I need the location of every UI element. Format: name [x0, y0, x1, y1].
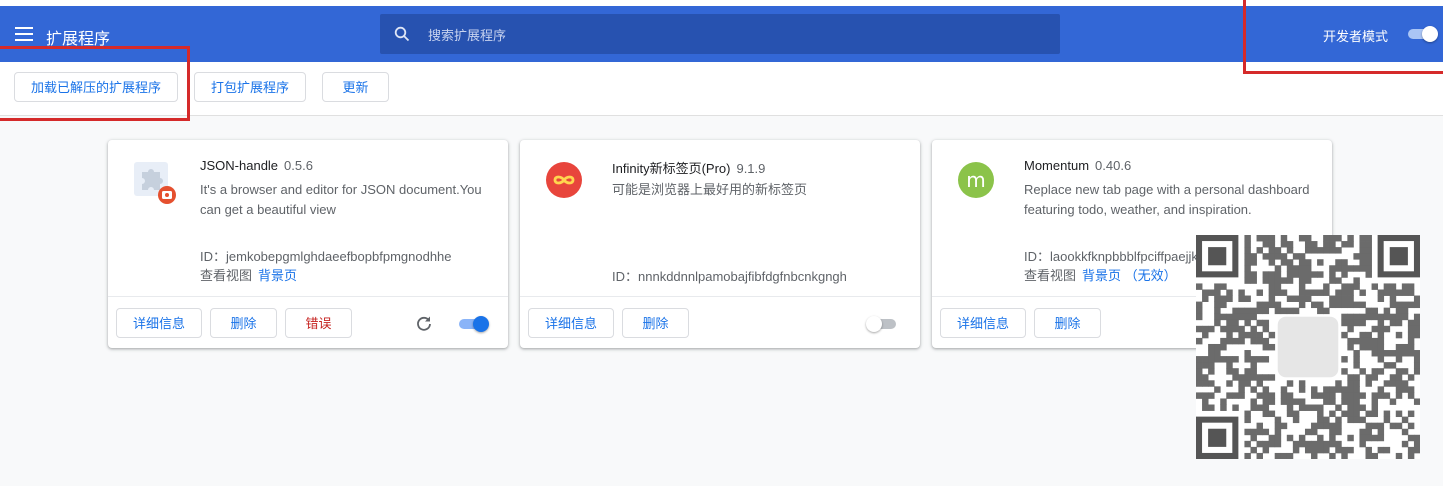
- details-button[interactable]: 详细信息: [116, 308, 202, 338]
- remove-button[interactable]: 删除: [622, 308, 689, 338]
- card-divider: [108, 296, 508, 297]
- search-icon: [394, 26, 410, 42]
- extension-card-infinity: Infinity新标签页(Pro) 9.1.9 可能是浏览器上最好用的新标签页 I…: [520, 140, 920, 348]
- search-input[interactable]: [426, 14, 1030, 56]
- errors-button[interactable]: 错误: [285, 308, 352, 338]
- annotation-box-devmode: [1243, 0, 1443, 74]
- extension-version: 0.40.6: [1095, 158, 1132, 173]
- puzzle-icon: [134, 162, 176, 204]
- extension-description: It's a browser and editor for JSON docum…: [200, 182, 482, 217]
- extension-name: Momentum 0.40.6: [1024, 158, 1132, 173]
- remove-button[interactable]: 删除: [1034, 308, 1101, 338]
- extension-views: 查看视图 背景页 （无效）: [1024, 268, 1177, 283]
- details-button[interactable]: 详细信息: [528, 308, 614, 338]
- extension-name: Infinity新标签页(Pro) 9.1.9: [612, 161, 766, 176]
- reload-icon[interactable]: [415, 315, 433, 333]
- annotation-box-load-unpacked: [0, 46, 190, 121]
- extension-description: 可能是浏览器上最好用的新标签页: [612, 182, 808, 197]
- svg-text:m: m: [966, 168, 985, 192]
- remove-button[interactable]: 删除: [210, 308, 277, 338]
- background-page-link[interactable]: 背景页 （无效）: [1082, 268, 1177, 283]
- extension-card-json-handle: JSON-handle 0.5.6 It's a browser and edit…: [108, 140, 508, 348]
- infinity-icon: [546, 162, 582, 198]
- menu-icon[interactable]: [15, 27, 33, 41]
- enable-toggle[interactable]: [457, 316, 489, 332]
- details-button[interactable]: 详细信息: [940, 308, 1026, 338]
- card-divider: [520, 296, 920, 297]
- extension-views: 查看视图 背景页: [200, 268, 298, 283]
- extension-id: ID：jemkobepgmlghdaeefbopbfpmgnodhhe: [200, 249, 452, 264]
- extension-id: ID：nnnkddnnlpamobajfibfdgfnbcnkgngh: [612, 269, 847, 284]
- app-header: 扩展程序 开发者模式: [0, 6, 1443, 62]
- pack-extension-button[interactable]: 打包扩展程序: [194, 72, 306, 102]
- background-page-link[interactable]: 背景页: [258, 268, 297, 283]
- extension-name: JSON-handle 0.5.6: [200, 158, 313, 173]
- search-bar[interactable]: [380, 14, 1060, 56]
- extension-version: 9.1.9: [736, 161, 766, 176]
- update-button[interactable]: 更新: [322, 72, 389, 102]
- extension-description: Replace new tab page with a personal das…: [1024, 182, 1310, 217]
- momentum-icon: m: [958, 162, 994, 198]
- extension-version: 0.5.6: [284, 158, 313, 173]
- enable-toggle[interactable]: [866, 316, 898, 332]
- toolbar: 加载已解压的扩展程序 打包扩展程序 更新: [0, 62, 1443, 116]
- qr-code-overlay: [1196, 235, 1420, 459]
